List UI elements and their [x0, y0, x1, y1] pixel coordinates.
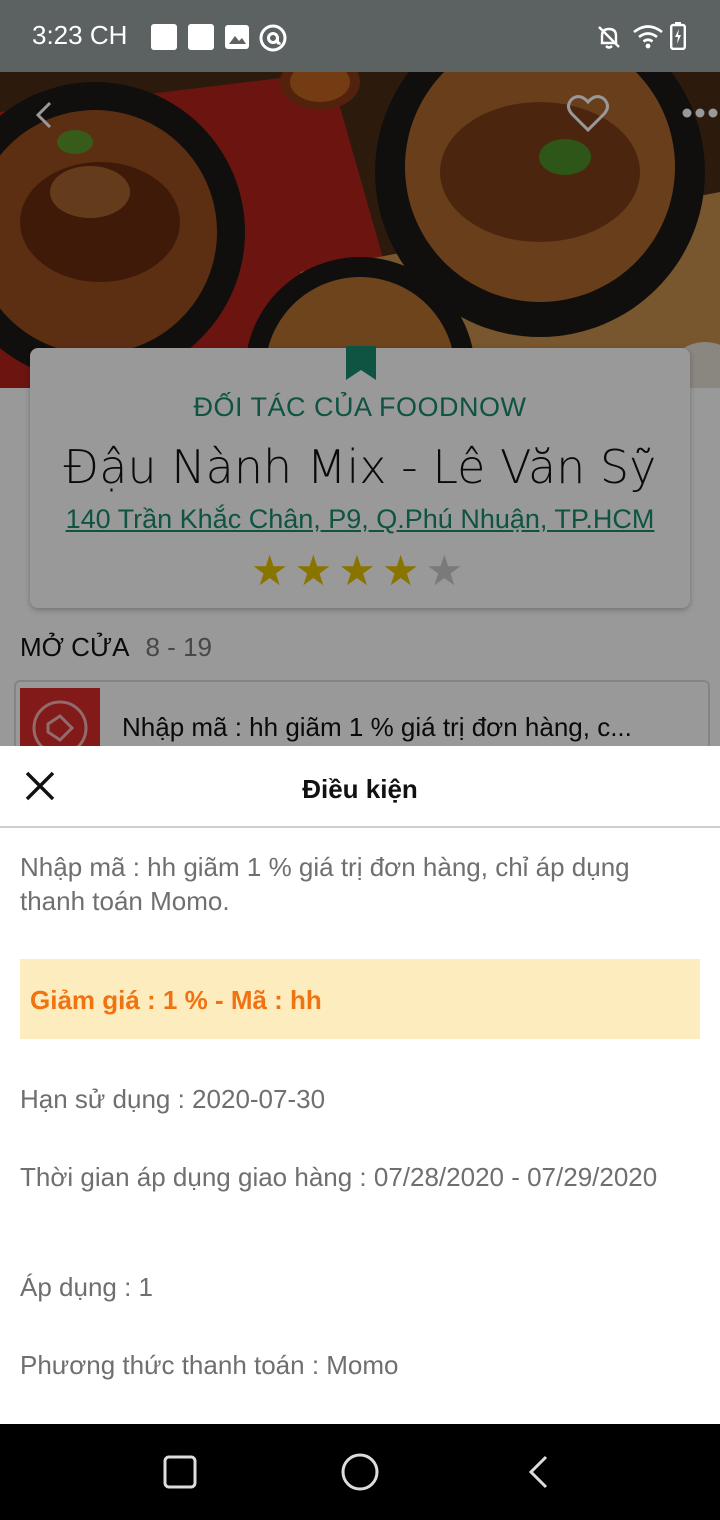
notification-icon	[151, 24, 177, 50]
image-notification-icon	[225, 25, 249, 49]
modal-backdrop[interactable]	[0, 72, 720, 746]
expiry-date: Hạn sử dụng : 2020-07-30	[20, 1084, 326, 1114]
sheet-header: Điều kiện	[0, 746, 720, 828]
condition-description: Nhập mã : hh giãm 1 % giá trị đơn hàng, …	[20, 852, 630, 916]
discount-highlight: Giảm giá : 1 % - Mã : hh	[20, 959, 700, 1039]
back-nav-icon[interactable]	[526, 1454, 552, 1490]
at-sign-icon	[259, 24, 287, 52]
delivery-period: Thời gian áp dụng giao hàng : 07/28/2020…	[20, 1162, 658, 1192]
apply-count: Áp dụng : 1	[20, 1272, 153, 1302]
system-navigation-bar	[0, 1424, 720, 1520]
sheet-title: Điều kiện	[302, 774, 418, 804]
conditions-sheet: Điều kiện Nhập mã : hh giãm 1 % giá trị …	[0, 746, 720, 1424]
home-icon[interactable]	[340, 1452, 380, 1492]
status-bar: 3:23 CH	[0, 0, 720, 72]
wifi-icon	[633, 25, 663, 49]
status-time: 3:23 CH	[32, 20, 128, 50]
discount-text: Giảm giá : 1 % - Mã : hh	[30, 985, 322, 1015]
notification-icon	[188, 24, 214, 50]
battery-icon	[670, 22, 686, 50]
payment-method: Phương thức thanh toán : Momo	[20, 1350, 399, 1380]
recent-apps-icon[interactable]	[162, 1454, 198, 1490]
bell-off-icon	[598, 26, 620, 49]
